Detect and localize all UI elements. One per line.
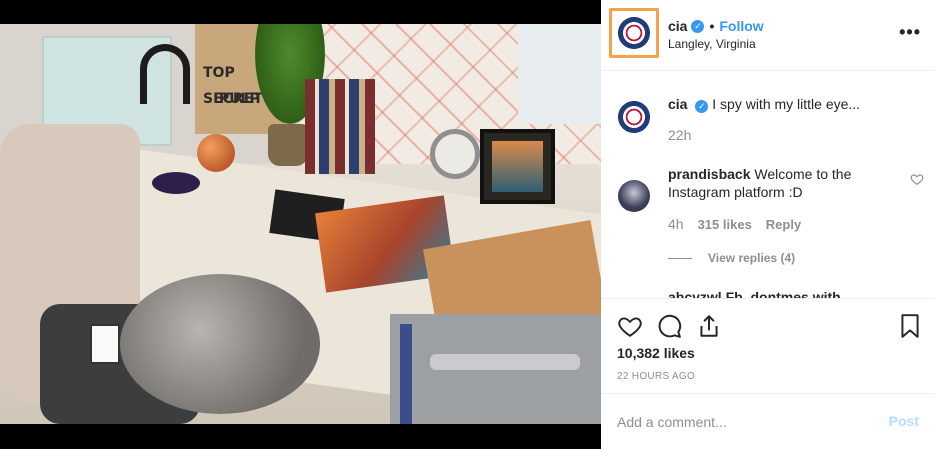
glass-orb (197, 134, 235, 172)
caption-text: I spy with my little eye... (712, 96, 861, 112)
plant-pot (268, 124, 308, 166)
comments-section[interactable]: cia ✓ I spy with my little eye... 22h pr… (601, 71, 935, 298)
post-actions: 10,382 likes 22 HOURS AGO (601, 298, 935, 393)
reply-button[interactable]: Reply (766, 217, 801, 232)
partial-comment: abcyzwl Fb, dontmes with .. (668, 289, 853, 298)
bookmark-icon[interactable] (897, 313, 923, 339)
book-row (305, 79, 375, 174)
post-header: cia ✓ • Follow Langley, Virginia ••• (601, 0, 935, 71)
filing-cabinet (390, 314, 601, 424)
comment: prandisback Welcome to the Instagram pla… (668, 165, 898, 201)
picture-frame (480, 129, 555, 204)
avatar[interactable] (618, 17, 650, 49)
seal-icon (618, 17, 650, 49)
comment-time[interactable]: 4h (668, 216, 684, 232)
view-replies-button[interactable]: View replies (4) (668, 251, 795, 265)
separator-dot: • (709, 18, 715, 34)
comment-avatar[interactable] (618, 180, 650, 212)
caption-time[interactable]: 22h (668, 127, 691, 143)
comment-username[interactable]: prandisback (668, 166, 750, 182)
bag-text-line2: PULP (219, 91, 260, 107)
post-timestamp[interactable]: 22 HOURS AGO (617, 371, 695, 382)
wall-map (518, 24, 601, 124)
caption: cia ✓ I spy with my little eye... (668, 95, 918, 113)
comment-icon[interactable] (656, 313, 682, 339)
grey-wig (120, 274, 320, 414)
post-button[interactable]: Post (889, 413, 919, 429)
seal-icon (618, 101, 650, 133)
share-icon[interactable] (696, 313, 722, 339)
id-badge (90, 324, 120, 364)
view-replies-label: View replies (4) (708, 251, 796, 265)
location-link[interactable]: Langley, Virginia (668, 37, 756, 51)
post-media[interactable]: TOP SECRET PULP (0, 0, 601, 449)
verified-icon: ✓ (695, 100, 709, 113)
username-link[interactable]: cia (668, 18, 687, 34)
comment-input[interactable] (617, 411, 877, 433)
header-user-row: cia ✓ • Follow (668, 18, 764, 34)
comment-meta: 4h 315 likes Reply (668, 216, 801, 232)
caption-avatar[interactable] (618, 101, 650, 133)
likes-count[interactable]: 10,382 likes (617, 345, 695, 361)
comment-likes[interactable]: 315 likes (698, 217, 752, 232)
heart-icon[interactable] (617, 313, 643, 339)
follow-button[interactable]: Follow (719, 18, 763, 34)
lanyard-strap (400, 324, 412, 424)
post-panel: cia ✓ • Follow Langley, Virginia ••• cia… (601, 0, 935, 449)
post-photo: TOP SECRET PULP (0, 24, 601, 424)
comment-like-icon[interactable] (910, 172, 924, 186)
caption-username[interactable]: cia (668, 96, 687, 112)
more-options-icon[interactable]: ••• (899, 22, 921, 43)
replies-divider (668, 257, 692, 259)
add-comment-bar: Post (601, 393, 935, 449)
verified-icon: ✓ (691, 19, 705, 33)
desk-clock (430, 129, 480, 179)
